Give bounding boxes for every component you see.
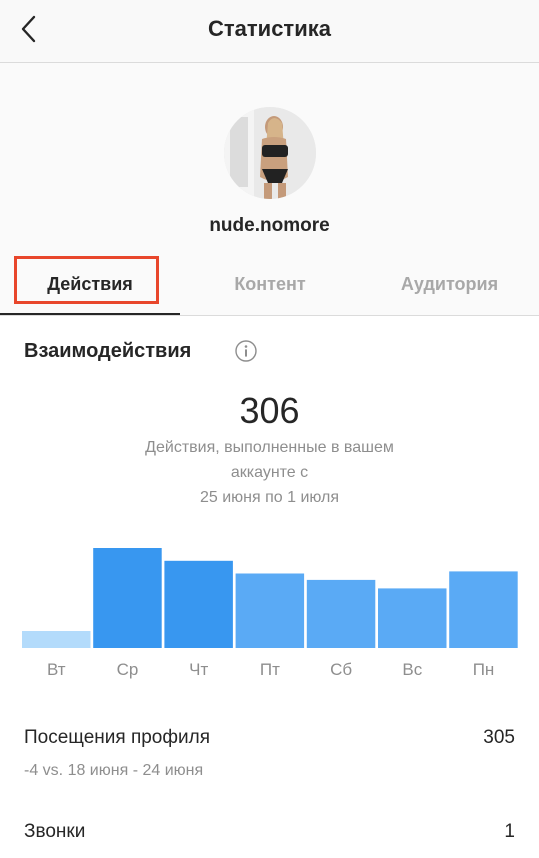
- chart-bar-2: [164, 560, 233, 648]
- info-icon[interactable]: [235, 340, 257, 362]
- interactions-chart: Вт Ср Чт Пт Сб Вс Пн: [22, 548, 518, 679]
- username: nude.nomore: [209, 215, 330, 236]
- avatar[interactable]: [224, 107, 316, 199]
- profile-visits-label: Посещения профиля: [24, 727, 210, 748]
- chart-tick-label: Вт: [47, 660, 66, 679]
- interactions-total: 306: [239, 390, 300, 431]
- section-title: Взаимодействия: [24, 340, 192, 362]
- tab-content[interactable]: Контент: [180, 253, 360, 315]
- description-line: 25 июня по 1 июля: [199, 489, 340, 506]
- calls-value: 1: [504, 821, 515, 842]
- chart-bar-5: [378, 588, 447, 648]
- top-bar: Статистика: [0, 0, 539, 63]
- tab-audience[interactable]: Аудитория: [360, 253, 539, 315]
- chart-bar-6: [449, 571, 518, 648]
- chart-tick-label: Вс: [402, 660, 422, 679]
- interactions-description: Действия, выполненные в вашем аккаунте с…: [80, 435, 459, 510]
- chart-bar-3: [235, 573, 305, 648]
- description-line: Действия, выполненные в вашем: [145, 439, 394, 456]
- chart-tick-label: Пн: [473, 660, 495, 679]
- profile-visits-value: 305: [483, 727, 515, 748]
- chart-tick-label: Пт: [260, 660, 280, 679]
- tab-bar: Действия Контент Аудитория: [0, 253, 539, 316]
- calls-label: Звонки: [24, 821, 86, 842]
- active-tab-indicator: [0, 313, 180, 315]
- tab-actions[interactable]: Действия: [0, 253, 180, 315]
- chart-tick-label: Ср: [117, 660, 139, 679]
- description-line: аккаунте с: [230, 464, 309, 481]
- chart-bar-0: [22, 631, 91, 648]
- chart-bar-1: [93, 548, 162, 648]
- avatar-photo: [224, 107, 316, 199]
- chart-tick-label: Сб: [330, 660, 352, 679]
- page-title: Статистика: [208, 16, 331, 41]
- profile-visits-comparison: -4 vs. 18 июня - 24 июня: [24, 762, 204, 779]
- chart-tick-label: Чт: [189, 660, 208, 679]
- chart-bar-4: [306, 579, 376, 648]
- profile-section: nude.nomore: [0, 63, 539, 253]
